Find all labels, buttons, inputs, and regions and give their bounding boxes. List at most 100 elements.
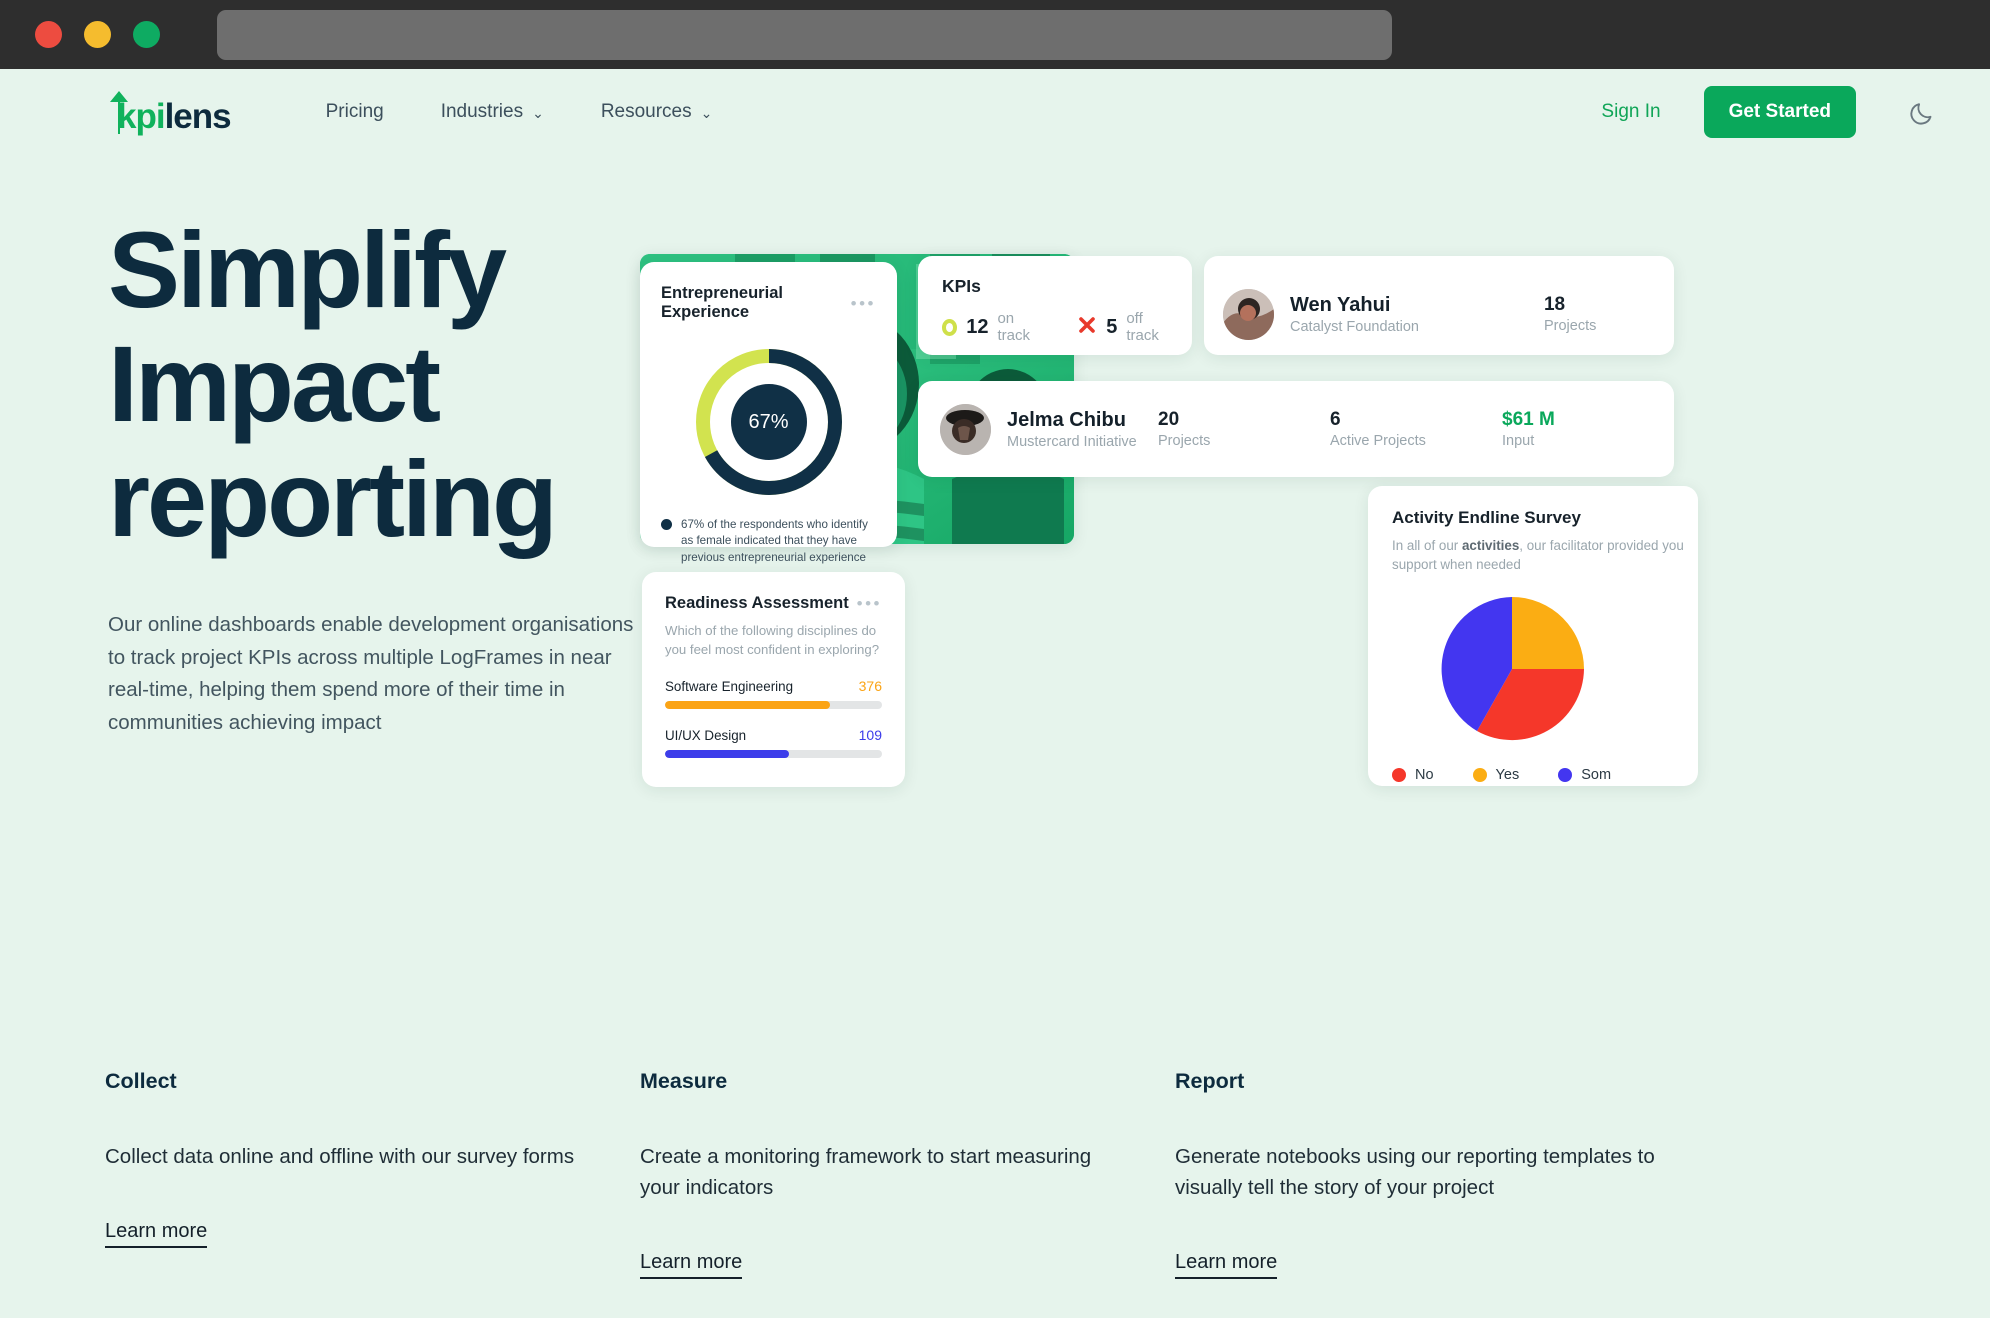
legend-dot-icon (1472, 767, 1487, 782)
legend-dot-icon (661, 519, 672, 530)
feature-body: Generate notebooks using our reporting t… (1175, 1145, 1655, 1200)
feature-collect: Collect Collect data online and offline … (105, 1069, 640, 1279)
feature-body: Collect data online and offline with our… (105, 1145, 575, 1168)
kpi-off-track-value: 5 (1106, 315, 1118, 338)
site-logo[interactable]: kpilens (105, 90, 232, 136)
stat-value: $61 M (1502, 409, 1555, 430)
survey-question: Which of the following disciplines do yo… (665, 623, 880, 657)
user-stat-projects: 20 Projects (1158, 409, 1330, 449)
bar-item-software-engineering: Software Engineering 376 (665, 678, 882, 709)
avatar (1223, 288, 1274, 340)
user-stat-input: $61 M Input (1502, 409, 1674, 449)
x-icon (1077, 315, 1097, 340)
address-bar[interactable] (217, 9, 1392, 60)
window-controls (35, 21, 160, 48)
close-window-button[interactable] (35, 21, 62, 48)
user-org: Catalyst Foundation (1290, 319, 1419, 335)
stat-value: 18 (1543, 294, 1566, 315)
kpi-on-track-label: on track (997, 310, 1030, 344)
card-user-jelma-chibu: Jelma Chibu Mustercard Initiative 20 Pro… (918, 381, 1674, 477)
browser-chrome (0, 0, 1990, 69)
get-started-button[interactable]: Get Started (1703, 86, 1856, 138)
hero-heading-line-1: Simplify (108, 209, 507, 330)
avatar (940, 403, 991, 455)
legend-label: Yes (1495, 766, 1520, 783)
hero-paragraph: Our online dashboards enable development… (108, 613, 634, 734)
question-pre: In all of our (1392, 538, 1462, 553)
logo-text-lens: lens (164, 97, 232, 136)
card-title: Activity Endline Survey (1392, 508, 1581, 527)
page-title: Simplify Impact reporting (108, 212, 640, 559)
legend-label: No (1415, 766, 1434, 783)
stat-value: 20 (1158, 409, 1180, 430)
question-bold: activities (1461, 538, 1520, 553)
stat-label: Projects (1158, 433, 1211, 449)
bar-value: 376 (858, 677, 882, 694)
bar-item-ui-ux-design: UI/UX Design 109 (665, 727, 882, 758)
dashboard-collage: Entrepreneurial Experience ••• 67% 67% o… (640, 254, 1990, 799)
donut-center-value: 67% (730, 384, 807, 460)
learn-more-link[interactable]: Learn more (105, 1220, 208, 1249)
site-navbar: kpilens Pricing Industries ⌄ Resources ⌄… (0, 69, 1990, 155)
sign-in-link[interactable]: Sign In (1601, 101, 1660, 123)
user-stat-projects: 18 Projects (1544, 294, 1596, 334)
feature-body: Create a monitoring framework to start m… (640, 1145, 1092, 1200)
card-kpis: KPIs 12 on track 5 off track (918, 256, 1192, 355)
bar-track (665, 749, 882, 758)
ring-icon (942, 318, 958, 336)
learn-more-link[interactable]: Learn more (1175, 1251, 1278, 1280)
hero-heading-line-3: reporting (108, 437, 558, 559)
ellipsis-icon[interactable]: ••• (851, 295, 876, 312)
kpi-on-track-value: 12 (966, 315, 989, 338)
upward-arrow-icon (105, 90, 135, 134)
page-body: kpilens Pricing Industries ⌄ Resources ⌄… (0, 69, 1990, 1318)
nav-item-pricing[interactable]: Pricing (326, 101, 384, 123)
stat-label: Active Projects (1330, 433, 1426, 449)
legend-dot-icon (1392, 767, 1406, 782)
nav-item-resources[interactable]: Resources ⌄ (601, 101, 713, 123)
kpi-off-track-label: off track (1126, 310, 1159, 344)
card-entrepreneurial-experience: Entrepreneurial Experience ••• 67% 67% o… (640, 262, 897, 564)
pie-legend: No Yes Som (1392, 767, 1698, 783)
nav-links: Pricing Industries ⌄ Resources ⌄ (326, 101, 770, 123)
kpi-off-track: 5 off track (1077, 310, 1168, 344)
legend-dot-icon (1558, 767, 1573, 782)
donut-legend: 67% of the respondents who identify as f… (661, 517, 876, 566)
moon-icon[interactable] (1908, 97, 1938, 127)
stat-value: 6 (1330, 409, 1341, 430)
learn-more-link[interactable]: Learn more (640, 1251, 743, 1280)
card-readiness-assessment: Readiness Assessment ••• Which of the fo… (642, 572, 905, 787)
bar-fill (665, 749, 789, 758)
bar-label: UI/UX Design (665, 727, 747, 743)
card-title: Readiness Assessment (665, 594, 849, 612)
card-activity-endline-survey: Activity Endline Survey In all of our ac… (1368, 486, 1698, 786)
bar-track (665, 700, 882, 709)
card-title: Entrepreneurial Experience (661, 284, 783, 321)
ellipsis-icon[interactable]: ••• (857, 595, 882, 612)
features-section: Collect Collect data online and offline … (0, 1069, 1990, 1280)
bar-label: Software Engineering (665, 678, 794, 694)
feature-report: Report Generate notebooks using our repo… (1175, 1069, 1710, 1280)
minimize-window-button[interactable] (84, 21, 111, 48)
hero-copy: Simplify Impact reporting Our online das… (0, 155, 640, 739)
kpi-on-track: 12 on track (942, 310, 1040, 344)
donut-legend-text: 67% of the respondents who identify as f… (681, 518, 868, 564)
bar-value: 109 (858, 726, 882, 743)
user-stat-active-projects: 6 Active Projects (1330, 409, 1502, 449)
nav-item-pricing-label: Pricing (325, 101, 384, 122)
donut-chart: 67% (689, 342, 849, 502)
bar-fill (665, 700, 830, 709)
nav-actions: Sign In Get Started (1601, 86, 1990, 138)
legend-item-yes: Yes (1472, 766, 1520, 783)
feature-measure: Measure Create a monitoring framework to… (640, 1069, 1175, 1280)
stat-label: Input (1502, 433, 1535, 449)
nav-item-industries[interactable]: Industries ⌄ (441, 101, 544, 123)
legend-item-sometimes: Som (1558, 767, 1611, 783)
card-title: KPIs (942, 276, 981, 296)
feature-title: Report (1175, 1069, 1245, 1093)
pie-chart (1436, 593, 1588, 745)
nav-item-industries-label: Industries (440, 101, 524, 122)
user-name: Wen Yahui (1290, 294, 1391, 316)
nav-item-resources-label: Resources (600, 101, 692, 122)
maximize-window-button[interactable] (133, 21, 160, 48)
